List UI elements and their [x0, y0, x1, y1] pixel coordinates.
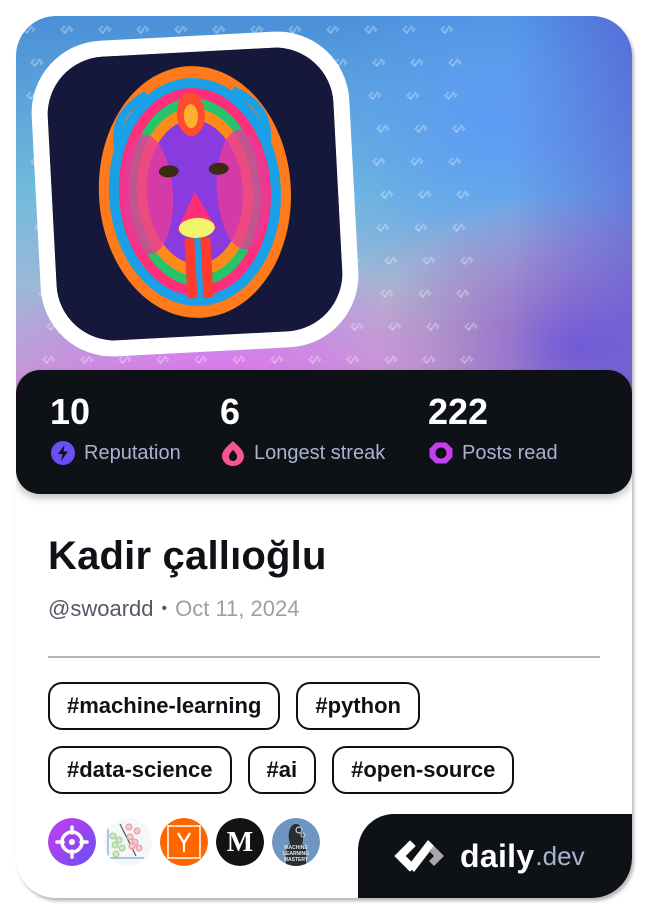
machine-learning-mastery-source-icon[interactable]: MACHINE LEARNING MASTERY — [272, 818, 320, 866]
tag-python[interactable]: #python — [296, 682, 420, 730]
lion-avatar-icon — [44, 44, 346, 344]
pattern-logo-icon — [447, 58, 462, 68]
pattern-logo-icon — [173, 25, 188, 35]
svg-text:M: M — [227, 827, 253, 858]
pattern-logo-icon — [375, 223, 390, 233]
pattern-logo-icon — [379, 190, 394, 200]
pattern-logo-icon — [363, 25, 378, 35]
brand-tld: .dev — [535, 840, 585, 871]
stat-posts-read: 222 Posts read — [428, 392, 558, 466]
pattern-logo-icon — [375, 124, 390, 134]
pattern-logo-icon — [409, 58, 424, 68]
pattern-logo-icon — [421, 355, 436, 365]
pattern-logo-icon — [117, 355, 132, 365]
stat-longest-streak: 6 Longest streak — [220, 392, 385, 466]
pattern-logo-icon — [325, 25, 340, 35]
pattern-logo-icon — [451, 223, 466, 233]
pattern-logo-icon — [41, 355, 56, 365]
crosshair-source-icon[interactable] — [48, 818, 96, 866]
pattern-logo-icon — [371, 58, 386, 68]
tag-row: #machine-learning #python — [48, 682, 608, 730]
hacker-news-source-icon[interactable] — [160, 818, 208, 866]
svg-text:MASTERY: MASTERY — [284, 857, 309, 863]
pattern-logo-icon — [459, 355, 474, 365]
tag-ai[interactable]: #ai — [247, 746, 317, 794]
pattern-logo-icon — [463, 322, 478, 332]
pattern-logo-icon — [387, 322, 402, 332]
streak-value: 6 — [220, 391, 241, 432]
sources-list: M MACHINE LEARNING MASTERY — [48, 818, 320, 866]
pattern-logo-icon — [269, 355, 284, 365]
medium-source-icon[interactable]: M — [216, 818, 264, 866]
pattern-logo-icon — [455, 190, 470, 200]
pattern-logo-icon — [439, 25, 454, 35]
pattern-logo-icon — [417, 289, 432, 299]
avatar-frame — [27, 27, 363, 361]
pattern-logo-icon — [413, 124, 428, 134]
pattern-logo-icon — [413, 223, 428, 233]
pattern-logo-icon — [383, 256, 398, 266]
pattern-logo-icon — [367, 91, 382, 101]
pattern-logo-icon — [193, 355, 208, 365]
pattern-logo-icon — [447, 157, 462, 167]
profile-name: Kadir çallıoğlu — [48, 534, 327, 578]
daily-dev-brand[interactable]: daily .dev — [358, 814, 632, 898]
meta-separator: • — [161, 600, 168, 617]
pattern-logo-icon — [211, 25, 226, 35]
tag-open-source[interactable]: #open-source — [332, 746, 515, 794]
pattern-logo-icon — [401, 25, 416, 35]
pattern-logo-icon — [97, 25, 112, 35]
pattern-logo-icon — [443, 91, 458, 101]
pattern-logo-icon — [421, 256, 436, 266]
reputation-label: Reputation — [84, 441, 181, 464]
pattern-logo-icon — [135, 25, 150, 35]
stats-bar: 10 Reputation 6 Longest streak 222 Posts… — [16, 370, 632, 494]
pattern-logo-icon — [417, 190, 432, 200]
ring-icon — [429, 442, 453, 464]
pattern-logo-icon — [231, 355, 246, 365]
pattern-logo-icon — [371, 157, 386, 167]
daily-dev-logo-icon — [394, 840, 444, 872]
profile-meta: @swoardd • Oct 11, 2024 — [48, 596, 299, 622]
bolt-icon — [51, 441, 75, 465]
pattern-logo-icon — [345, 355, 360, 365]
pattern-logo-icon — [425, 322, 440, 332]
avatar[interactable] — [44, 44, 346, 344]
tag-row: #data-science #ai #open-source — [48, 746, 608, 794]
pattern-logo-icon — [409, 157, 424, 167]
profile-handle[interactable]: @swoardd — [48, 596, 154, 622]
pattern-logo-icon — [29, 58, 44, 68]
streak-label: Longest streak — [254, 441, 386, 464]
pattern-logo-icon — [459, 256, 474, 266]
stat-reputation: 10 Reputation — [50, 392, 181, 466]
tag-machine-learning[interactable]: #machine-learning — [48, 682, 281, 730]
brand-name: daily — [460, 837, 535, 874]
pattern-logo-icon — [455, 289, 470, 299]
flame-icon — [222, 441, 244, 466]
pattern-logo-icon — [379, 289, 394, 299]
pattern-logo-icon — [349, 322, 364, 332]
pattern-logo-icon — [79, 355, 94, 365]
pattern-logo-icon — [59, 25, 74, 35]
divider — [48, 656, 600, 658]
pattern-logo-icon — [383, 355, 398, 365]
ml-scatter-source-icon[interactable] — [104, 818, 152, 866]
reputation-value: 10 — [50, 391, 91, 432]
pattern-logo-icon — [405, 91, 420, 101]
joined-date: Oct 11, 2024 — [175, 596, 300, 621]
pattern-logo-icon — [155, 355, 170, 365]
pattern-logo-icon — [451, 124, 466, 134]
pattern-logo-icon — [307, 355, 322, 365]
posts-read-label: Posts read — [462, 441, 558, 464]
tags-list: #machine-learning #python #data-science … — [48, 682, 608, 810]
posts-read-value: 222 — [428, 391, 489, 432]
pattern-logo-icon — [21, 25, 36, 35]
tag-data-science[interactable]: #data-science — [48, 746, 232, 794]
devcard: 10 Reputation 6 Longest streak 222 Posts… — [16, 16, 632, 898]
